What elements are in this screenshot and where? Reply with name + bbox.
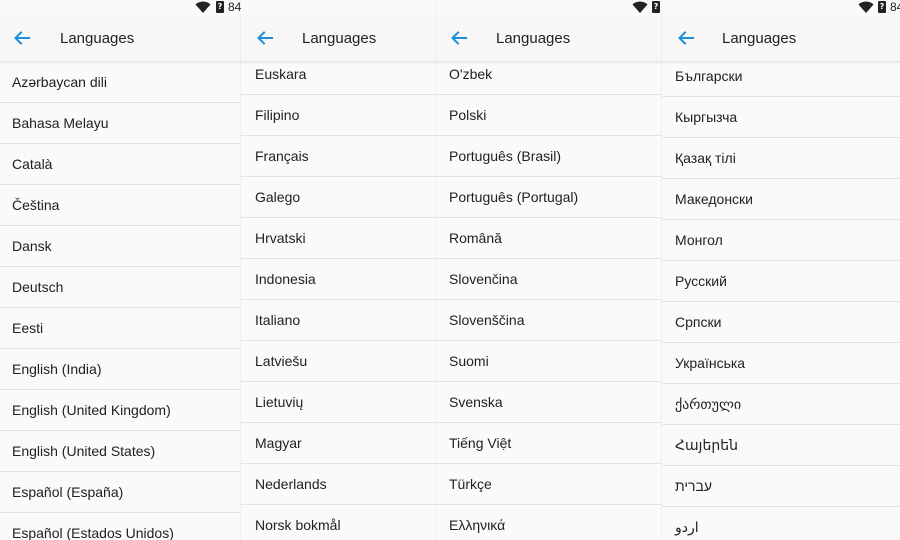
wifi-icon <box>858 1 874 13</box>
language-item[interactable]: ქართული <box>662 384 900 425</box>
language-item[interactable]: Кыргызча <box>662 97 900 138</box>
language-item[interactable]: Čeština <box>0 185 241 226</box>
language-item[interactable]: Português (Portugal) <box>436 177 662 218</box>
language-item[interactable]: English (United Kingdom) <box>0 390 241 431</box>
language-item[interactable]: Tiếng Việt <box>436 423 662 464</box>
screen: ? 84 Languages Azərbaycan dili Bahasa Me… <box>0 0 900 540</box>
back-arrow-icon[interactable] <box>677 29 695 47</box>
language-item[interactable]: Português (Brasil) <box>436 136 662 177</box>
languages-screen-3: ? Languages O'zbek Polski Português (Bra… <box>436 0 662 540</box>
status-bar: ? <box>436 0 662 16</box>
language-item[interactable]: Euskara <box>241 54 436 95</box>
language-item[interactable]: Nederlands <box>241 464 436 505</box>
language-item[interactable]: Bahasa Melayu <box>0 103 241 144</box>
language-item[interactable]: Hrvatski <box>241 218 436 259</box>
language-item[interactable]: Norsk bokmål <box>241 505 436 540</box>
language-item[interactable]: Azərbaycan dili <box>0 62 241 103</box>
language-item[interactable]: Български <box>662 56 900 97</box>
language-item[interactable]: Slovenčina <box>436 259 662 300</box>
language-item[interactable]: Slovenščina <box>436 300 662 341</box>
language-item[interactable]: Հայերեն <box>662 425 900 466</box>
languages-screen-1: ? 84 Languages Azərbaycan dili Bahasa Me… <box>0 0 241 540</box>
language-list: O'zbek Polski Português (Brasil) Portugu… <box>436 54 662 540</box>
battery-percent: 84 <box>890 0 900 14</box>
language-item[interactable]: Қазақ тілі <box>662 138 900 179</box>
language-item[interactable]: Македонски <box>662 179 900 220</box>
wifi-icon <box>632 1 648 13</box>
language-item[interactable]: Українська <box>662 343 900 384</box>
page-title: Languages <box>60 30 135 47</box>
back-arrow-icon[interactable] <box>13 29 31 47</box>
language-item[interactable]: Ελληνικά <box>436 505 662 540</box>
language-item[interactable]: Galego <box>241 177 436 218</box>
language-item[interactable]: Türkçe <box>436 464 662 505</box>
language-item[interactable]: Polski <box>436 95 662 136</box>
wifi-icon <box>195 1 211 13</box>
language-list: Azərbaycan dili Bahasa Melayu Català Češ… <box>0 62 241 540</box>
languages-screen-4: ? 84 Languages Български Кыргызча Қазақ … <box>662 0 900 540</box>
app-bar: Languages <box>0 16 241 62</box>
status-bar: ? 84 <box>662 0 900 16</box>
status-bar: ? 84 <box>0 0 241 16</box>
back-arrow-icon[interactable] <box>450 29 468 47</box>
battery-icon: ? <box>652 1 660 13</box>
language-item[interactable]: Dansk <box>0 226 241 267</box>
battery-percent: 84 <box>228 0 241 14</box>
language-item[interactable]: Italiano <box>241 300 436 341</box>
language-item[interactable]: Eesti <box>0 308 241 349</box>
language-item[interactable]: Español (Estados Unidos) <box>0 513 241 540</box>
language-item[interactable]: Русский <box>662 261 900 302</box>
language-item[interactable]: עברית <box>662 466 900 507</box>
language-list: Euskara Filipino Français Galego Hrvatsk… <box>241 54 436 540</box>
language-item[interactable]: Suomi <box>436 341 662 382</box>
back-arrow-icon[interactable] <box>256 29 274 47</box>
battery-icon: ? <box>216 1 224 13</box>
language-item[interactable]: Español (España) <box>0 472 241 513</box>
language-item[interactable]: Indonesia <box>241 259 436 300</box>
language-item[interactable]: Монгол <box>662 220 900 261</box>
language-item[interactable]: Română <box>436 218 662 259</box>
language-item[interactable]: Català <box>0 144 241 185</box>
language-item[interactable]: Српски <box>662 302 900 343</box>
language-item[interactable]: اردو <box>662 507 900 540</box>
language-item[interactable]: O'zbek <box>436 54 662 95</box>
language-item[interactable]: Deutsch <box>0 267 241 308</box>
language-list: Български Кыргызча Қазақ тілі Македонски… <box>662 56 900 540</box>
language-item[interactable]: Français <box>241 136 436 177</box>
language-item[interactable]: English (India) <box>0 349 241 390</box>
language-item[interactable]: Magyar <box>241 423 436 464</box>
language-item[interactable]: Svenska <box>436 382 662 423</box>
languages-screen-2: Languages Euskara Filipino Français Gale… <box>241 0 436 540</box>
language-item[interactable]: English (United States) <box>0 431 241 472</box>
language-item[interactable]: Filipino <box>241 95 436 136</box>
language-item[interactable]: Latviešu <box>241 341 436 382</box>
language-item[interactable]: Lietuvių <box>241 382 436 423</box>
battery-icon: ? <box>878 1 886 13</box>
